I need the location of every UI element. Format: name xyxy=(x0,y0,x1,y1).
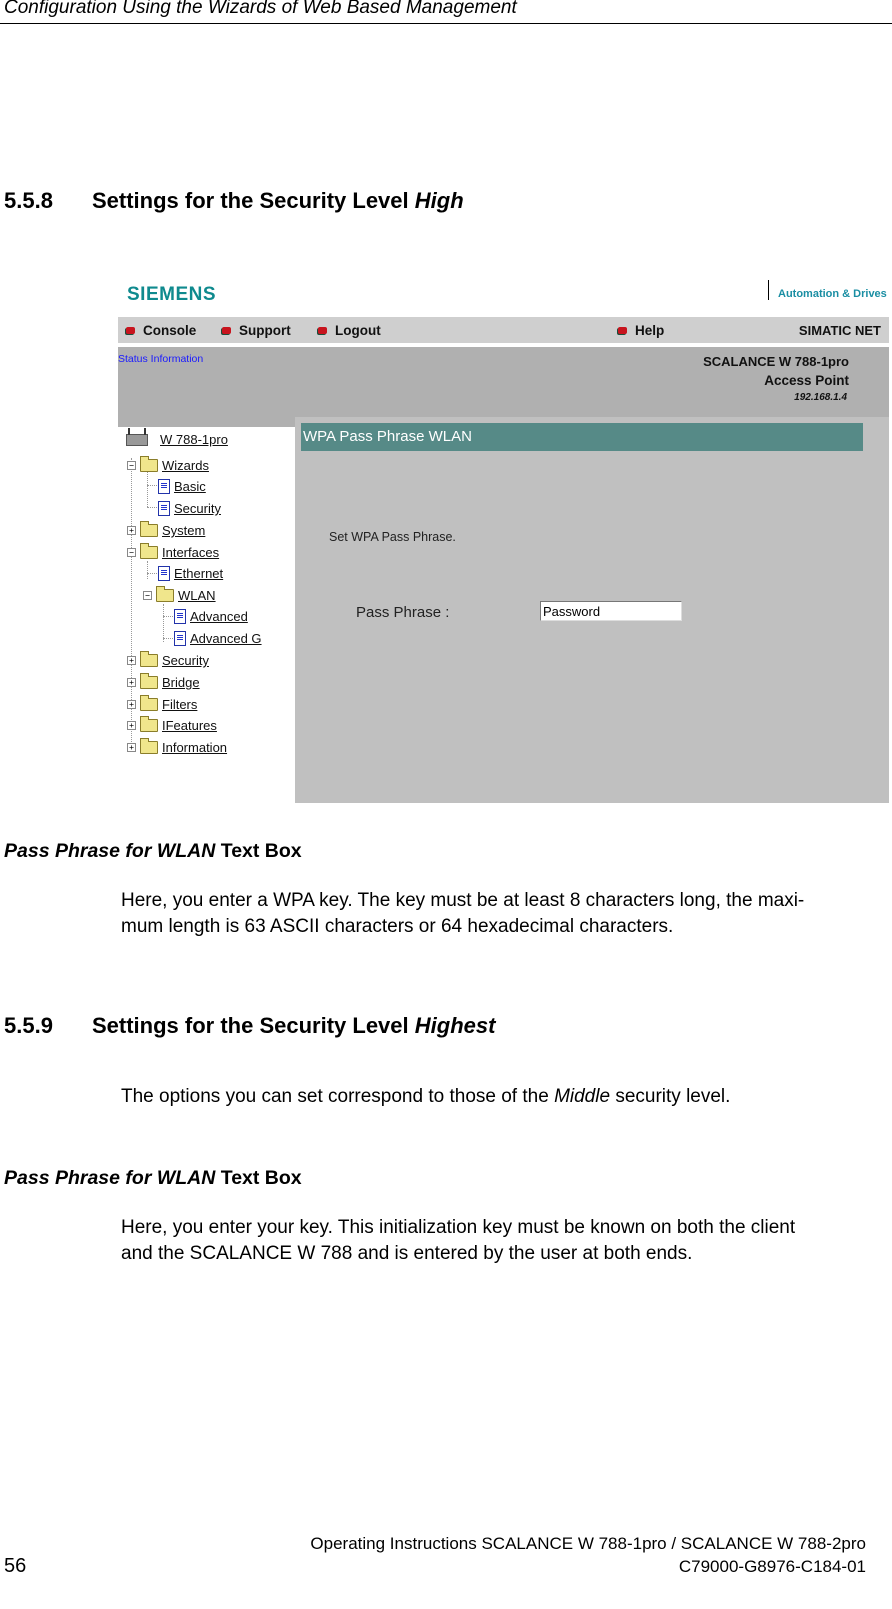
red-bullet-icon xyxy=(222,327,231,334)
paragraph-pass-phrase-highest: Here, you enter your key. This initializ… xyxy=(121,1215,795,1267)
subheading-emph: Pass Phrase for WLAN xyxy=(4,840,216,862)
collapse-icon[interactable]: − xyxy=(127,548,136,557)
folder-open-icon xyxy=(140,543,158,559)
folder-icon xyxy=(140,695,158,711)
expand-icon[interactable]: + xyxy=(127,743,136,752)
section-title: Settings for the Security Level xyxy=(92,188,415,213)
subheading-rest: Text Box xyxy=(215,840,302,862)
nav-logout[interactable]: Logout xyxy=(318,323,381,338)
expand-icon[interactable]: + xyxy=(127,700,136,709)
document-icon xyxy=(174,631,186,646)
nav-label: Console xyxy=(143,323,197,338)
paragraph-pass-phrase-high: Here, you enter a WPA key. The key must … xyxy=(121,888,804,940)
folder-icon xyxy=(140,716,158,732)
text-emph: Middle xyxy=(554,1086,611,1107)
router-icon xyxy=(126,427,148,446)
expand-icon[interactable]: + xyxy=(127,721,136,730)
section-number: 5.5.9 xyxy=(4,1013,53,1038)
running-head: Configuration Using the Wizards of Web B… xyxy=(4,0,517,18)
red-bullet-icon xyxy=(126,327,135,334)
section-number: 5.5.8 xyxy=(4,188,53,213)
text-line: Here, you enter a WPA key. The key must … xyxy=(121,890,805,911)
collapse-icon[interactable]: − xyxy=(143,591,152,600)
document-icon xyxy=(158,479,170,494)
navigation-tree: W 788-1pro − Wizards Basic Security + Syst… xyxy=(118,427,295,803)
section-title-emph: High xyxy=(414,188,464,213)
tree-item-basic[interactable]: Basic xyxy=(158,479,206,494)
folder-icon xyxy=(140,673,158,689)
document-icon xyxy=(174,609,186,624)
expand-icon[interactable]: + xyxy=(127,526,136,535)
tree-item-advanced[interactable]: Advanced xyxy=(174,609,248,624)
subheading-rest: Text Box xyxy=(215,1167,302,1189)
tree-item-ifeatures[interactable]: + IFeatures xyxy=(127,716,217,733)
footer-manual-title: Operating Instructions SCALANCE W 788-1p… xyxy=(310,1534,866,1553)
nav-label: Logout xyxy=(335,323,381,338)
red-bullet-icon xyxy=(618,327,627,334)
tree-item-information[interactable]: + Information xyxy=(127,738,227,755)
text-part: security level. xyxy=(610,1086,731,1107)
expand-icon[interactable]: + xyxy=(127,656,136,665)
collapse-icon[interactable]: − xyxy=(127,461,136,470)
nav-console[interactable]: Console xyxy=(126,323,196,338)
tree-item-interfaces[interactable]: − Interfaces xyxy=(127,543,219,560)
subheading-pass-phrase-high: Pass Phrase for WLAN Text Box xyxy=(4,840,302,863)
tree-item-wlan[interactable]: − WLAN xyxy=(143,586,216,603)
subheading-pass-phrase-highest: Pass Phrase for WLAN Text Box xyxy=(4,1167,302,1190)
tree-item-ethernet[interactable]: Ethernet xyxy=(158,566,223,581)
header-rule xyxy=(0,23,892,24)
folder-open-icon xyxy=(156,586,174,602)
device-model: SCALANCE W 788-1pro xyxy=(703,354,849,369)
tree-item-advanced-g[interactable]: Advanced G xyxy=(174,631,262,646)
tree-item-device[interactable]: W 788-1pro xyxy=(126,427,228,447)
content-panel: WPA Pass Phrase WLAN Set WPA Pass Phrase… xyxy=(295,417,889,803)
document-icon xyxy=(158,501,170,516)
pass-phrase-input[interactable] xyxy=(540,601,682,621)
nav-bar: Console Support Logout Help SIMATIC NET xyxy=(118,317,889,343)
folder-open-icon xyxy=(140,456,158,472)
tree-item-security[interactable]: + Security xyxy=(127,651,209,668)
folder-icon xyxy=(140,651,158,667)
instruction-text: Set WPA Pass Phrase. xyxy=(329,530,456,544)
status-information-link[interactable]: Status Information xyxy=(118,353,203,365)
paragraph-highest: The options you can set correspond to th… xyxy=(121,1084,730,1110)
device-ip: 192.168.1.4 xyxy=(794,392,847,403)
status-bar: Status Information SCALANCE W 788-1pro A… xyxy=(118,347,889,427)
brand-divider xyxy=(768,280,769,300)
subheading-emph: Pass Phrase for WLAN xyxy=(4,1167,216,1189)
tree-item-system[interactable]: + System xyxy=(127,521,205,538)
nav-support[interactable]: Support xyxy=(222,323,291,338)
section-title-emph: Highest xyxy=(414,1013,496,1038)
tree-item-filters[interactable]: + Filters xyxy=(127,695,197,712)
expand-icon[interactable]: + xyxy=(127,678,136,687)
text-line: mum length is 63 ASCII characters or 64 … xyxy=(121,916,674,937)
footer-doc-id: C79000-G8976-C184-01 xyxy=(678,1557,866,1576)
device-type: Access Point xyxy=(764,373,849,388)
siemens-logo: SIEMENS xyxy=(127,284,217,305)
section-title: Settings for the Security Level xyxy=(92,1013,415,1038)
brand-label: Automation & Drives xyxy=(778,288,887,300)
simatic-net-label: SIMATIC NET xyxy=(798,323,881,338)
tree-item-bridge[interactable]: + Bridge xyxy=(127,673,200,690)
folder-icon xyxy=(140,521,158,537)
panel-title: WPA Pass Phrase WLAN xyxy=(301,423,863,451)
nav-label: Support xyxy=(239,323,291,338)
nav-help[interactable]: Help xyxy=(618,323,664,338)
tree-item-wizard-security[interactable]: Security xyxy=(158,501,221,516)
document-icon xyxy=(158,566,170,581)
tree-item-wizards[interactable]: − Wizards xyxy=(127,456,209,473)
nav-label: Help xyxy=(635,323,665,338)
web-management-screenshot: SIEMENS Automation & Drives Console Supp… xyxy=(118,272,889,803)
page-number: 56 xyxy=(4,1555,27,1577)
text-line: and the SCALANCE W 788 and is entered by… xyxy=(121,1243,693,1264)
pass-phrase-label: Pass Phrase : xyxy=(356,604,450,621)
text-line: Here, you enter your key. This initializ… xyxy=(121,1217,796,1238)
text-part: The options you can set correspond to th… xyxy=(121,1086,555,1107)
folder-icon xyxy=(140,738,158,754)
red-bullet-icon xyxy=(318,327,327,334)
